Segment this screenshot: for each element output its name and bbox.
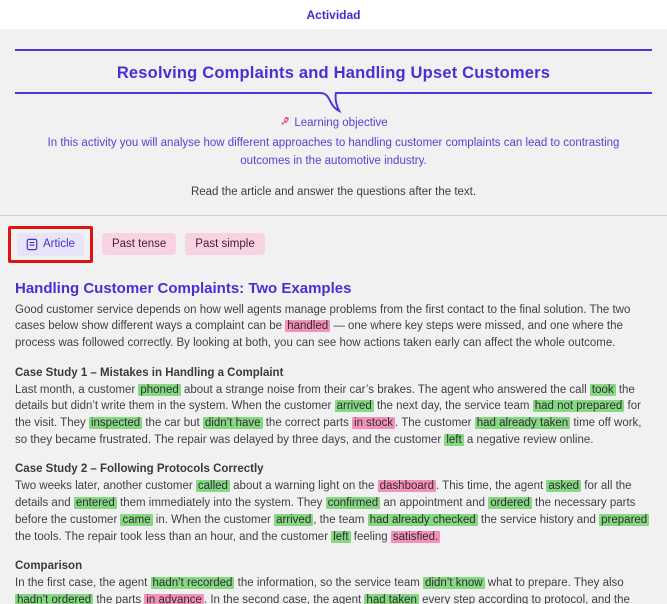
highlight-green: didn’t know: [423, 577, 485, 589]
article-paragraph: Good customer service depends on how wel…: [15, 302, 652, 352]
highlight-pink: in advance: [144, 594, 204, 604]
instruction-text: Read the article and answer the question…: [15, 186, 652, 198]
article-sections: Good customer service depends on how wel…: [15, 302, 652, 604]
article-paragraph: Last month, a customer phoned about a st…: [15, 382, 652, 449]
highlight-green: prepared: [599, 514, 649, 526]
highlight-pink: handled: [285, 320, 330, 332]
article-title: Handling Customer Complaints: Two Exampl…: [15, 280, 652, 297]
badge-past-tense: Past tense: [102, 233, 176, 255]
rocket-icon: [279, 116, 290, 130]
page-title: Actividad: [306, 8, 360, 22]
section-heading: Case Study 2 – Following Protocols Corre…: [15, 463, 652, 475]
annotation-red-box: Article: [8, 226, 93, 263]
highlight-pink: in stock: [352, 417, 395, 429]
activity-title: Resolving Complaints and Handling Upset …: [15, 64, 652, 83]
highlight-green: didn’t have: [203, 417, 263, 429]
highlight-green: hadn’t ordered: [15, 594, 93, 604]
highlight-green: confirmed: [326, 497, 381, 509]
section-heading: Comparison: [15, 560, 652, 572]
article-tab-label: Article: [43, 238, 75, 250]
tags-row: Article Past tense Past simple: [15, 226, 652, 263]
badge-past-simple: Past simple: [185, 233, 264, 255]
highlight-green: had already taken: [475, 417, 570, 429]
divider-top: [15, 49, 652, 51]
highlight-green: left: [444, 434, 463, 446]
highlight-pink: satisfied.: [391, 531, 440, 543]
highlight-green: asked: [546, 480, 581, 492]
highlight-green: had not prepared: [533, 400, 625, 412]
highlight-green: hadn’t recorded: [151, 577, 235, 589]
article-tab-button[interactable]: Article: [17, 233, 84, 256]
app-header: Actividad: [0, 0, 667, 29]
highlight-green: arrived: [274, 514, 313, 526]
learning-objective-label: Learning objective: [15, 116, 652, 130]
highlight-green: took: [590, 384, 616, 396]
section-heading: Case Study 1 – Mistakes in Handling a Co…: [15, 367, 652, 379]
objective-description: In this activity you will analyse how di…: [24, 134, 644, 171]
activity-content: Resolving Complaints and Handling Upset …: [0, 29, 667, 604]
learning-objective-text-label: Learning objective: [294, 117, 387, 129]
highlight-green: arrived: [335, 400, 374, 412]
document-icon: [26, 238, 38, 251]
highlight-green: ordered: [488, 497, 532, 509]
highlight-green: had already checked: [368, 514, 478, 526]
highlight-green: phoned: [138, 384, 180, 396]
highlight-pink: dashboard: [378, 480, 436, 492]
divider-with-tail: [15, 92, 652, 114]
highlight-green: entered: [74, 497, 117, 509]
article-paragraph: In the first case, the agent hadn’t reco…: [15, 575, 652, 604]
highlight-green: left: [331, 531, 350, 543]
section-divider: [0, 215, 667, 216]
highlight-green: called: [196, 480, 230, 492]
highlight-green: came: [120, 514, 152, 526]
highlight-green: inspected: [89, 417, 142, 429]
article-paragraph: Two weeks later, another customer called…: [15, 478, 652, 545]
highlight-green: had taken: [364, 594, 419, 604]
